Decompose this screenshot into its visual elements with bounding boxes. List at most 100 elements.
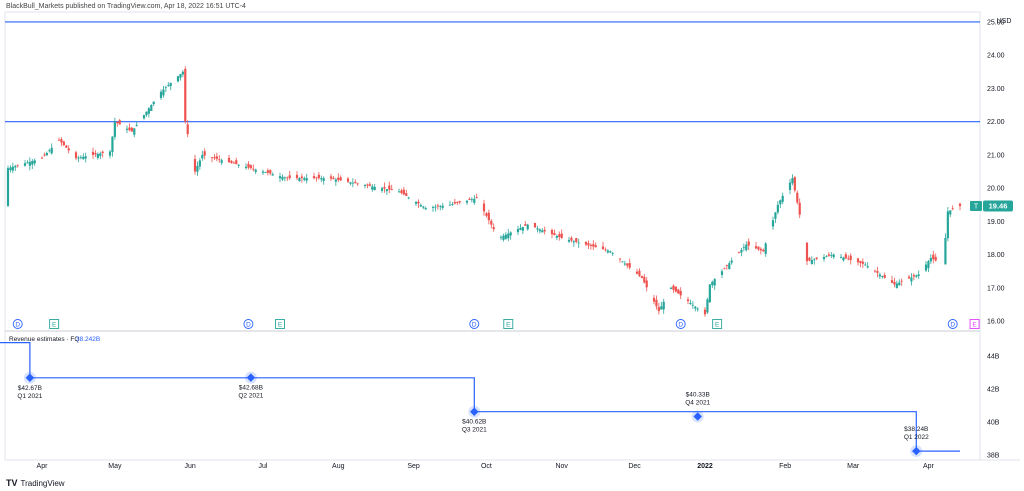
candle <box>320 175 323 182</box>
revenue-step-line <box>0 342 960 452</box>
candle <box>283 176 286 182</box>
revenue-indicator-title[interactable]: Revenue estimates · FQ <box>9 336 79 343</box>
earnings-marker[interactable]: E <box>275 319 285 329</box>
candle <box>813 258 816 265</box>
candle <box>849 253 852 265</box>
candle <box>220 158 223 165</box>
dividend-marker[interactable]: D <box>947 319 958 329</box>
candle <box>745 241 748 252</box>
event-markers[interactable]: DEDEDEDEDE <box>12 319 980 329</box>
candle <box>951 205 954 211</box>
earnings-marker[interactable]: E <box>503 319 514 329</box>
price-tick-label: 17.00 <box>987 285 1005 292</box>
chart-canvas[interactable]: USD 16.0017.0018.0019.0020.0021.0022.002… <box>0 0 1024 491</box>
candle <box>516 225 520 236</box>
candle <box>754 241 758 250</box>
candle <box>898 279 901 286</box>
candle <box>895 280 898 289</box>
candle <box>864 262 867 266</box>
price-tick-label: 24.00 <box>987 53 1005 60</box>
dividend-marker[interactable]: D <box>469 319 480 329</box>
candle <box>162 86 165 98</box>
time-axis-label: Jul <box>259 463 268 470</box>
candle <box>113 117 116 140</box>
candle <box>186 120 189 138</box>
candle <box>555 234 558 241</box>
revenue-estimate-point[interactable]: $40.62BQ3 2021 <box>462 405 487 434</box>
candle <box>371 184 374 192</box>
candle <box>575 237 578 244</box>
price-tick-label: 25.00 <box>987 19 1005 26</box>
candle <box>728 261 731 270</box>
candle <box>50 143 53 155</box>
candle <box>796 190 799 205</box>
time-axis-labels: Apr May Jun Jul Aug Sep Oct Nov Dec 2022 Feb Mar Apr <box>37 463 935 470</box>
price-tick-label: 21.00 <box>987 152 1005 159</box>
candle <box>628 258 631 270</box>
candle <box>351 178 354 188</box>
candle <box>118 118 121 125</box>
candle <box>847 255 850 261</box>
candle <box>215 152 218 162</box>
candle <box>356 182 359 186</box>
candle <box>431 205 435 212</box>
candle <box>295 171 299 181</box>
candle <box>125 125 129 134</box>
dividend-marker[interactable]: D <box>243 319 254 329</box>
candle <box>720 269 724 278</box>
candle <box>788 178 792 195</box>
candle <box>400 188 403 195</box>
revenue-estimate-point[interactable]: $42.68BQ2 2021 <box>238 371 264 400</box>
candle <box>179 73 182 81</box>
revenue-estimate-point[interactable]: $42.67BQ1 2021 <box>17 371 43 400</box>
candle <box>876 266 879 278</box>
candle <box>713 278 716 290</box>
candle <box>521 226 524 235</box>
revenue-tick-label: 40B <box>987 419 1000 426</box>
candle <box>31 158 34 169</box>
candle <box>655 295 658 310</box>
tradingview-brand: TradingView <box>20 478 65 488</box>
time-axis-label: Oct <box>481 463 492 470</box>
earnings-marker[interactable]: E <box>49 319 60 329</box>
candle <box>303 176 306 182</box>
dividend-marker[interactable]: D <box>12 319 23 329</box>
revenue-point-period: Q1 2021 <box>17 393 42 400</box>
revenue-point-value: $40.33B <box>686 392 710 399</box>
candle <box>218 155 221 163</box>
time-axis-label: 2022 <box>697 463 713 470</box>
earnings-marker[interactable]: E <box>712 319 723 329</box>
candle <box>419 203 422 207</box>
candle <box>152 101 155 107</box>
candle <box>167 82 170 87</box>
candle <box>689 299 692 305</box>
candle <box>842 256 845 262</box>
candle <box>368 182 371 187</box>
candle <box>397 188 401 193</box>
candle <box>213 154 216 161</box>
candle <box>917 270 920 279</box>
last-price-marker: T <box>974 204 979 211</box>
candle <box>230 160 233 164</box>
time-axis-label: May <box>108 463 122 470</box>
candle <box>509 231 512 240</box>
svg-text:E: E <box>52 322 57 329</box>
candle <box>587 240 590 250</box>
candle <box>589 243 592 250</box>
earnings-marker[interactable]: E <box>969 319 980 329</box>
revenue-estimate-point[interactable]: $40.33BQ4 2021 <box>685 392 711 423</box>
candle <box>57 137 61 142</box>
revenue-point-period: Q4 2021 <box>685 400 710 407</box>
candle <box>844 252 847 260</box>
tradingview-footer[interactable]: TV TradingView <box>6 478 65 488</box>
candle <box>907 274 911 279</box>
candle <box>703 306 707 317</box>
revenue-point-value: $42.67B <box>18 385 42 392</box>
candle <box>779 199 782 209</box>
dividend-marker[interactable]: D <box>675 319 686 329</box>
candle <box>417 199 420 208</box>
svg-text:D: D <box>246 322 251 329</box>
candle <box>390 184 393 191</box>
candle <box>660 301 663 310</box>
candle <box>366 183 369 189</box>
